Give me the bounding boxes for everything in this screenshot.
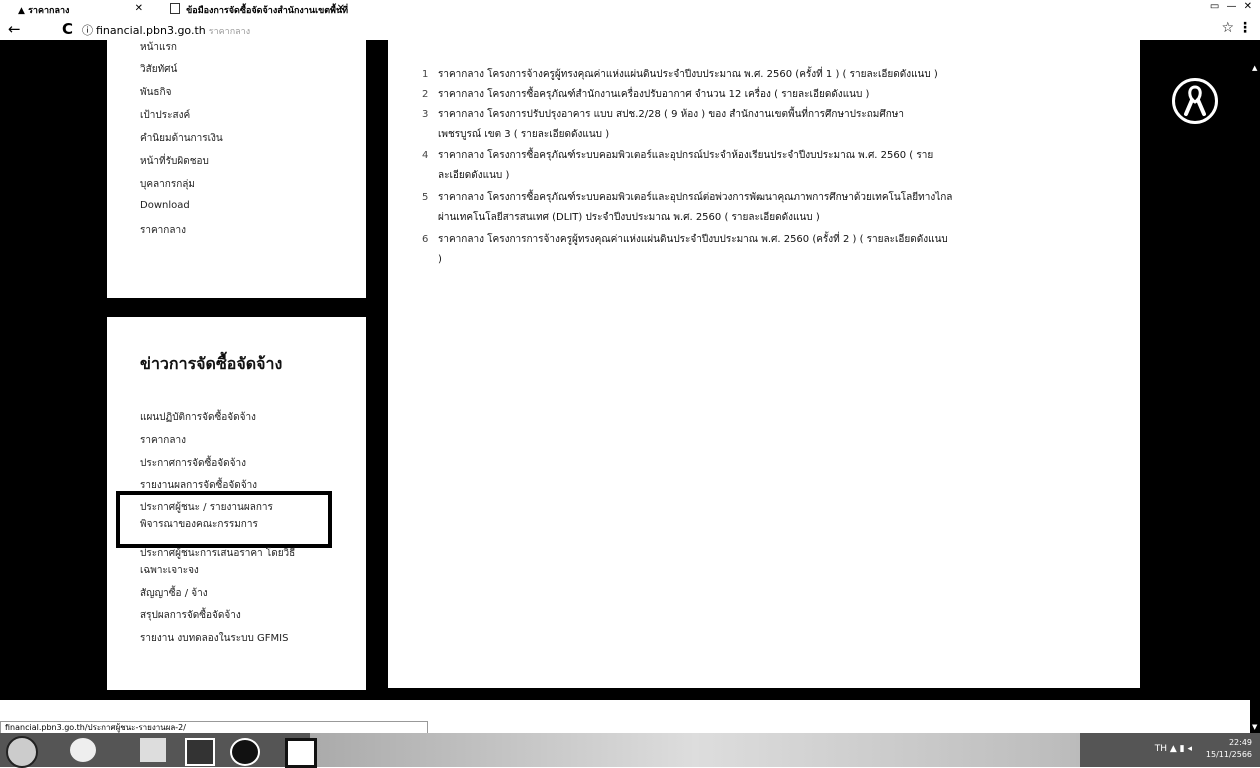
announcement-item[interactable]: 4 ราคากลาง โครงการซื้อครุภัณฑ์ระบบคอมพิว…	[422, 146, 1128, 186]
proc-link-specific-line1[interactable]: ประกาศผู้ชนะการเสนอราคา โดยวิธี	[140, 545, 295, 562]
language-indicator[interactable]: TH	[1155, 744, 1167, 754]
tab-rakaklang[interactable]: ▲ ราคากลาง ✕	[18, 3, 143, 17]
mourning-ribbon-icon	[1172, 78, 1218, 124]
close-tab-icon[interactable]: ✕	[337, 3, 345, 14]
taskbar-gradient	[310, 733, 1080, 767]
address-bar: ← C ⓘ financial.pbn3.go.th ราคากลาง ☆ ⋮	[0, 18, 1260, 41]
item-number: 3	[422, 109, 429, 120]
chrome-taskbar-icon[interactable]	[230, 738, 260, 766]
announcement-text: ราคากลาง โครงการซื้อครุภัณฑ์ระบบคอมพิวเต…	[438, 150, 934, 161]
scroll-down-icon[interactable]: ▼	[1252, 723, 1257, 731]
bookmark-star-icon[interactable]: ☆	[1221, 20, 1234, 36]
right-sidebar	[1140, 40, 1250, 688]
tab-procurement[interactable]: ข้อมืองการจัดซื้อจัดจ้างสำนักงานเขตพื้นท…	[170, 3, 349, 17]
taskbar: TH ▲ ▮ ◂ 22:49 15/11/2566	[0, 733, 1260, 768]
proc-link-gfmis[interactable]: รายงาน งบทดลองในระบบ GFMIS	[140, 630, 288, 647]
item-number: 1	[422, 69, 429, 80]
announcement-text-cont: เพชรบูรณ์ เขต 3 ( รายละเอียดดังแนบ )	[438, 129, 610, 140]
reload-icon[interactable]: C	[62, 20, 73, 38]
media-taskbar-icon[interactable]	[185, 738, 215, 766]
url-field[interactable]: ⓘ financial.pbn3.go.th ราคากลาง	[82, 22, 250, 38]
tab-label: ข้อมืองการจัดซื้อจัดจ้างสำนักงานเขตพื้นท…	[186, 6, 349, 16]
system-tray[interactable]: TH ▲ ▮ ◂ 22:49 15/11/2566	[1155, 737, 1252, 761]
close-tab-icon[interactable]: ✕	[135, 3, 143, 14]
announcement-text: ราคากลาง โครงการการจ้างครูผู้ทรงคุณค่าแห…	[438, 234, 948, 245]
folder-taskbar-icon[interactable]	[140, 738, 166, 762]
nav-item-goals[interactable]: เป้าประสงค์	[140, 108, 190, 123]
announcement-text: ราคากลาง โครงการปรับปรุงอาคาร แบบ สปช.2/…	[438, 109, 904, 120]
proc-link-announcement[interactable]: ประกาศการจัดซื้อจัดจ้าง	[140, 455, 246, 472]
left-nav-panel: หน้าแรก วิสัยทัศน์ พันธกิจ เป้าประสงค์ ค…	[107, 40, 366, 298]
nav-item-vision[interactable]: วิสัยทัศน์	[140, 62, 177, 77]
start-button-icon[interactable]	[6, 736, 38, 768]
announcement-item[interactable]: 2 ราคากลาง โครงการซื้อครุภัณฑ์สำนักงานเค…	[422, 85, 1128, 105]
menu-icon[interactable]: ⋮	[1238, 20, 1252, 36]
announcement-text-cont: ผ่านเทคโนโลยีสารสนเทศ (DLIT) ประจำปีงบปร…	[438, 212, 820, 223]
procurement-panel: ข่าวการจัดซื้อจัดจ้าง แผนปฏิบัติการจัดซื…	[107, 317, 366, 690]
announcement-text: ราคากลาง โครงการซื้อครุภัณฑ์สำนักงานเครื…	[438, 89, 870, 100]
announcement-text-cont: )	[438, 254, 442, 265]
nav-item-download[interactable]: Download	[140, 200, 190, 211]
tab-strip: ▲ ราคากลาง ✕ ข้อมืองการจัดซื้อจัดจ้างสำน…	[0, 0, 1260, 18]
scroll-up-icon[interactable]: ▲	[1252, 64, 1257, 72]
tab-label: ราคากลาง	[28, 6, 70, 16]
clock-date: 15/11/2566	[1205, 750, 1252, 759]
nav-item-staff[interactable]: บุคลากรกลุ่ม	[140, 177, 195, 192]
info-icon[interactable]: ⓘ	[82, 24, 93, 37]
window-controls[interactable]: ▭ — ✕	[1210, 1, 1254, 12]
announcement-text: ราคากลาง โครงการซื้อครุภัณฑ์ระบบคอมพิวเต…	[438, 192, 953, 203]
nav-item-finance-values[interactable]: คำนิยมด้านการเงิน	[140, 131, 223, 146]
page-icon	[170, 3, 180, 14]
nav-item-home[interactable]: หน้าแรก	[140, 40, 177, 55]
proc-link-plan[interactable]: แผนปฏิบัติการจัดซื้อจัดจ้าง	[140, 409, 256, 426]
browser-taskbar-icon[interactable]	[70, 738, 96, 762]
announcement-text: ราคากลาง โครงการจ้างครูผู้ทรงคุณค่าแห่งแ…	[438, 69, 938, 80]
item-number: 4	[422, 150, 429, 161]
clock-time: 22:49	[1228, 738, 1252, 747]
announcement-item[interactable]: 5 ราคากลาง โครงการซื้อครุภัณฑ์ระบบคอมพิว…	[422, 188, 1128, 228]
document-taskbar-icon[interactable]	[285, 738, 317, 768]
announcement-item[interactable]: 3 ราคากลาง โครงการปรับปรุงอาคาร แบบ สปช.…	[422, 105, 1128, 145]
nav-item-mission[interactable]: พันธกิจ	[140, 85, 171, 100]
announcement-text-cont: ละเอียดดังแนบ )	[438, 170, 510, 181]
page-scrollbar[interactable]: ▲ ▼	[1250, 40, 1260, 733]
nav-item-median-price[interactable]: ราคากลาง	[140, 223, 186, 238]
proc-link-specific-line2[interactable]: เฉพาะเจาะจง	[140, 562, 199, 579]
procurement-title: ข่าวการจัดซื้อจัดจ้าง	[140, 354, 283, 373]
highlight-box	[116, 491, 332, 548]
proc-link-median-price[interactable]: ราคากลาง	[140, 432, 186, 449]
favicon-icon: ▲	[18, 6, 29, 16]
url-text: financial.pbn3.go.th	[96, 24, 206, 37]
back-arrow-icon[interactable]: ←	[8, 20, 21, 38]
main-content: 1 ราคากลาง โครงการจ้างครูผู้ทรงคุณค่าแห่…	[388, 40, 1140, 688]
proc-link-contract[interactable]: สัญญาซื้อ / จ้าง	[140, 585, 208, 602]
announcement-item[interactable]: 1 ราคากลาง โครงการจ้างครูผู้ทรงคุณค่าแห่…	[422, 65, 1128, 85]
tray-icons[interactable]: TH ▲ ▮ ◂	[1155, 743, 1192, 755]
nav-item-duties[interactable]: หน้าที่รับผิดชอบ	[140, 154, 209, 169]
url-suffix: ราคากลาง	[208, 27, 251, 37]
item-number: 2	[422, 89, 429, 100]
item-number: 6	[422, 234, 429, 245]
item-number: 5	[422, 192, 429, 203]
proc-link-summary[interactable]: สรุปผลการจัดซื้อจัดจ้าง	[140, 607, 241, 624]
announcement-item[interactable]: 6 ราคากลาง โครงการการจ้างครูผู้ทรงคุณค่า…	[422, 230, 1128, 270]
